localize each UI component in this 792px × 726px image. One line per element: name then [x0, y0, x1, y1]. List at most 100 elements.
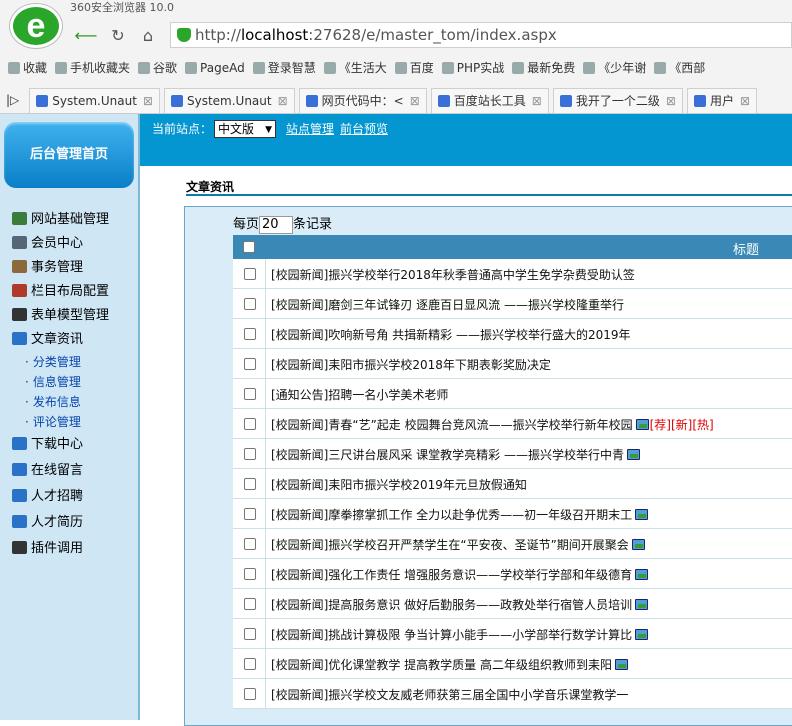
row-checkbox[interactable] [244, 298, 256, 310]
row-checkbox[interactable] [244, 538, 256, 550]
article-title-link[interactable]: [校园新闻]振兴学校召开严禁学生在“平安夜、圣诞节”期间开展聚会 [271, 538, 629, 552]
sidebar-subitem[interactable]: 分类管理 [12, 352, 138, 372]
close-icon[interactable]: ⊠ [740, 94, 750, 108]
refresh-icon[interactable]: ↻ [106, 26, 130, 46]
image-icon [635, 629, 649, 640]
row-checkbox[interactable] [244, 598, 256, 610]
sidebar-item[interactable]: 下载中心 [12, 432, 138, 458]
row-divider [265, 499, 266, 529]
browser-tab[interactable]: 网页代码中：< ⊠ [298, 88, 427, 113]
sidebar: 后台管理首页 网站基础管理会员中心事务管理栏目布局配置表单模型管理文章资讯分类管… [0, 114, 140, 720]
sidebar-item[interactable]: 栏目布局配置 [12, 280, 138, 304]
bookmark-label: 谷歌 [153, 61, 178, 75]
close-icon[interactable]: ⊠ [410, 94, 420, 108]
table-row: [校园新闻]振兴学校召开严禁学生在“平安夜、圣诞节”期间开展聚会 [233, 529, 792, 559]
close-icon[interactable]: ⊠ [278, 94, 288, 108]
close-icon[interactable]: ⊠ [143, 94, 153, 108]
article-title-link[interactable]: [校园新闻]吹响新号角 共揖新精彩 ——振兴学校举行盛大的2019年 [271, 328, 631, 342]
row-checkbox[interactable] [244, 418, 256, 430]
browser-tab[interactable]: System.Unaut ⊠ [163, 88, 295, 113]
bookmark-item[interactable]: PHP实战 [441, 56, 504, 80]
bookmark-item[interactable]: PageAd [185, 56, 245, 80]
row-checkbox[interactable] [244, 658, 256, 670]
browser-tab[interactable]: 百度站长工具 ⊠ [430, 88, 549, 113]
tab-favicon-icon [693, 95, 706, 107]
sidebar-item-label: 在线留言 [31, 463, 84, 478]
bookmark-item[interactable]: 谷歌 [138, 56, 177, 80]
sidebar-item[interactable]: 会员中心 [12, 232, 138, 256]
bookmark-label: 《生活大 [338, 61, 387, 75]
row-checkbox[interactable] [244, 268, 256, 280]
table-row: [校园新闻]振兴学校文友威老师获第三届全国中小学音乐课堂教学一 [233, 679, 792, 709]
preview-link[interactable]: 前台预览 [340, 120, 388, 137]
menu-icon [12, 332, 27, 345]
bookmark-item[interactable]: 《少年谢 [583, 56, 646, 80]
sidebar-item[interactable]: 在线留言 [12, 458, 138, 484]
sidebar-item[interactable]: 事务管理 [12, 256, 138, 280]
site-select[interactable]: 中文版 [214, 120, 276, 138]
sidebar-subitem[interactable]: 发布信息 [12, 392, 138, 412]
row-divider [265, 319, 266, 349]
article-title-link[interactable]: [校园新闻]青春“艺”起走 校园舞台竞风流——振兴学校举行新年校园 [271, 418, 633, 432]
address-bar[interactable]: http://localhost:27628/e/master_tom/inde… [170, 22, 792, 48]
browser-tab[interactable]: 用户 ⊠ [686, 88, 758, 113]
sidebar-item[interactable]: 人才招聘 [12, 484, 138, 510]
article-title-link[interactable]: [校园新闻]摩拳擦掌抓工作 全力以赴争优秀——初一年级召开期末工 [271, 508, 632, 522]
row-checkbox[interactable] [244, 358, 256, 370]
article-title-link[interactable]: [通知公告]招聘一名小学美术老师 [271, 388, 448, 402]
bookmark-item[interactable]: 手机收藏夹 [55, 56, 130, 80]
article-title-link[interactable]: [校园新闻]振兴学校举行2018年秋季普通高中学生免学杂费受助认签 [271, 268, 635, 282]
sidebar-item[interactable]: 插件调用 [12, 536, 138, 562]
browser-tab[interactable]: 我开了一个二级 ⊠ [552, 88, 683, 113]
close-icon[interactable]: ⊠ [532, 94, 542, 108]
sidebar-item-label: 栏目布局配置 [31, 284, 110, 299]
bookmark-item[interactable]: 《西部 [654, 56, 705, 80]
row-checkbox[interactable] [244, 628, 256, 640]
row-checkbox[interactable] [244, 448, 256, 460]
sidebar-item[interactable]: 人才简历 [12, 510, 138, 536]
sidebar-item[interactable]: 网站基础管理 [12, 208, 138, 232]
article-title-link[interactable]: [校园新闻]耒阳市振兴学校2018年下期表彰奖励决定 [271, 358, 551, 372]
table-row: [校园新闻]吹响新号角 共揖新精彩 ——振兴学校举行盛大的2019年 [233, 319, 792, 349]
close-icon[interactable]: ⊠ [666, 94, 676, 108]
article-title-link[interactable]: [校园新闻]耒阳市振兴学校2019年元旦放假通知 [271, 478, 527, 492]
article-title-link[interactable]: [校园新闻]三尺讲台展风采 课堂教学亮精彩 ——振兴学校举行中青 [271, 448, 624, 462]
row-checkbox[interactable] [244, 478, 256, 490]
bookmark-item[interactable]: 《生活大 [323, 56, 387, 80]
article-title-link[interactable]: [校园新闻]提高服务意识 做好后勤服务——政教处举行宿管人员培训 [271, 598, 632, 612]
bookmark-item[interactable]: 最新免费 [512, 56, 575, 80]
bookmark-label: 《少年谢 [598, 61, 647, 75]
tab-list-icon[interactable]: |▷ [0, 88, 25, 113]
sidebar-item[interactable]: 文章资讯 [12, 328, 138, 352]
home-icon[interactable]: ⌂ [136, 26, 160, 46]
sidebar-subitem[interactable]: 信息管理 [12, 372, 138, 392]
article-title-link[interactable]: [校园新闻]挑战计算极限 争当计算小能手——小学部举行数学计算比 [271, 628, 632, 642]
row-checkbox[interactable] [244, 388, 256, 400]
row-checkbox[interactable] [244, 568, 256, 580]
admin-home-button[interactable]: 后台管理首页 [4, 122, 134, 188]
bookmark-item[interactable]: 登录智慧 [252, 56, 316, 80]
row-title-cell: [校园新闻]优化课堂教学 提高教学质量 高二年级组织教师到耒阳 [271, 656, 628, 673]
sidebar-subitem[interactable]: 评论管理 [12, 412, 138, 432]
back-arrow-icon[interactable]: ⟵ [74, 26, 98, 46]
bookmark-icon [654, 62, 667, 74]
sidebar-item[interactable]: 表单模型管理 [12, 304, 138, 328]
row-checkbox[interactable] [244, 688, 256, 700]
table-row: [校园新闻]振兴学校举行2018年秋季普通高中学生免学杂费受助认签 [233, 259, 792, 289]
article-title-link[interactable]: [校园新闻]优化课堂教学 提高教学质量 高二年级组织教师到耒阳 [271, 658, 612, 672]
select-all-checkbox[interactable] [243, 241, 255, 253]
browser-tab[interactable]: System.Unaut ⊠ [29, 88, 160, 113]
article-title-link[interactable]: [校园新闻]磨剑三年试锋刃 逐鹿百日显风流 ——振兴学校隆重举行 [271, 298, 624, 312]
article-title-link[interactable]: [校园新闻]振兴学校文友威老师获第三届全国中小学音乐课堂教学一 [271, 688, 628, 702]
article-title-link[interactable]: [校园新闻]强化工作责任 增强服务意识——学校举行学部和年级德育 [271, 568, 632, 582]
bookmark-item[interactable]: 百度 [394, 56, 434, 80]
site-manage-link[interactable]: 站点管理 [286, 120, 334, 137]
menu-icon [12, 284, 27, 297]
image-icon [635, 569, 649, 580]
bookmark-item[interactable]: 收藏 [8, 56, 47, 80]
row-checkbox[interactable] [244, 328, 256, 340]
row-divider [265, 469, 266, 499]
menu-icon [12, 489, 27, 502]
row-checkbox[interactable] [244, 508, 256, 520]
per-page-input[interactable]: 20 [259, 215, 294, 234]
